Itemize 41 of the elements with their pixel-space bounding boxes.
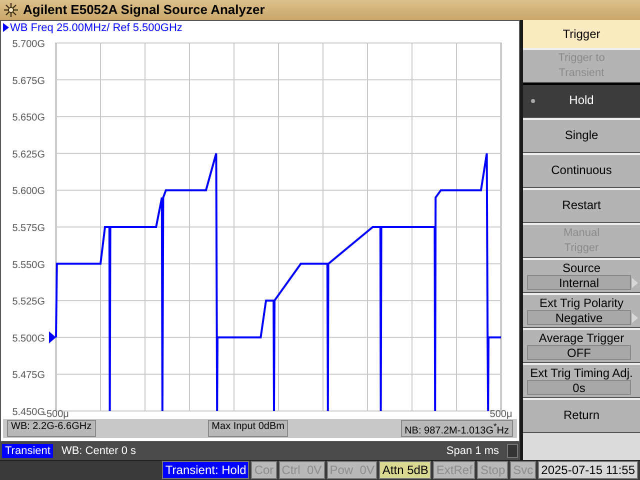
span-label: Span 1 ms bbox=[446, 444, 499, 456]
softkey-label: Ext Trig Polarity bbox=[539, 296, 624, 310]
softkey-label: Average Trigger bbox=[538, 331, 624, 345]
softkey-label: Source bbox=[562, 261, 601, 275]
y-axis-label: 5.600G bbox=[12, 186, 45, 197]
info-label: WB: 2.2G-6.6GHz bbox=[7, 420, 96, 437]
softkey-button[interactable]: Restart bbox=[523, 188, 640, 222]
y-axis-label: 5.575G bbox=[12, 222, 45, 234]
y-axis-label: 5.550G bbox=[12, 259, 45, 270]
window-title: Agilent E5052A Signal Source Analyzer bbox=[23, 2, 265, 18]
softkey-value-field[interactable]: 0s bbox=[527, 380, 631, 395]
indicator-square-icon bbox=[507, 444, 518, 458]
info-label: NB: 987.2M-1.013G$^{*}$Hz bbox=[400, 420, 513, 437]
active-trace-icon bbox=[3, 23, 9, 32]
x-axis-label: -500μ bbox=[43, 408, 69, 418]
y-axis-label: 5.675G bbox=[12, 75, 45, 86]
softkey-button[interactable]: Hold bbox=[523, 82, 640, 118]
trace-title: WB Freq 25.00MHz/ Ref 5.500GHz bbox=[10, 22, 182, 34]
y-axis-label: 5.625G bbox=[12, 148, 45, 160]
center-label: WB: Center 0 s bbox=[61, 444, 136, 456]
y-axis-label: 5.450G bbox=[12, 406, 45, 418]
info-label: Max Input 0dBm bbox=[208, 420, 288, 437]
y-axis-label: 5.500G bbox=[12, 332, 45, 344]
mode-label: Transient bbox=[2, 444, 54, 458]
status-indicator: Transient: Hold bbox=[162, 461, 250, 480]
y-axis-label: 5.650G bbox=[12, 112, 45, 124]
softkey-button[interactable]: Single bbox=[523, 118, 640, 152]
y-axis-label: 5.525G bbox=[12, 296, 45, 308]
y-axis-label: 5.475G bbox=[12, 370, 45, 381]
softkey-label: Ext Trig Timing Adj. bbox=[530, 366, 633, 380]
softkey-button[interactable]: Continuous bbox=[523, 152, 640, 188]
status-indicator: Attn 5dB bbox=[379, 461, 432, 480]
status-indicator: 2025-07-15 11:55 bbox=[538, 461, 638, 480]
softkey-value-field[interactable]: Internal bbox=[527, 275, 631, 290]
softkey-value-field[interactable]: OFF bbox=[527, 345, 631, 360]
softkey-button[interactable]: Return bbox=[523, 398, 640, 432]
y-axis-label: 5.700G bbox=[12, 38, 45, 50]
starburst-logo-icon bbox=[3, 2, 19, 18]
softkey-value-field[interactable]: Negative bbox=[527, 310, 631, 325]
x-axis-label: 500μ bbox=[490, 408, 512, 418]
menu-title: Trigger bbox=[523, 20, 640, 48]
